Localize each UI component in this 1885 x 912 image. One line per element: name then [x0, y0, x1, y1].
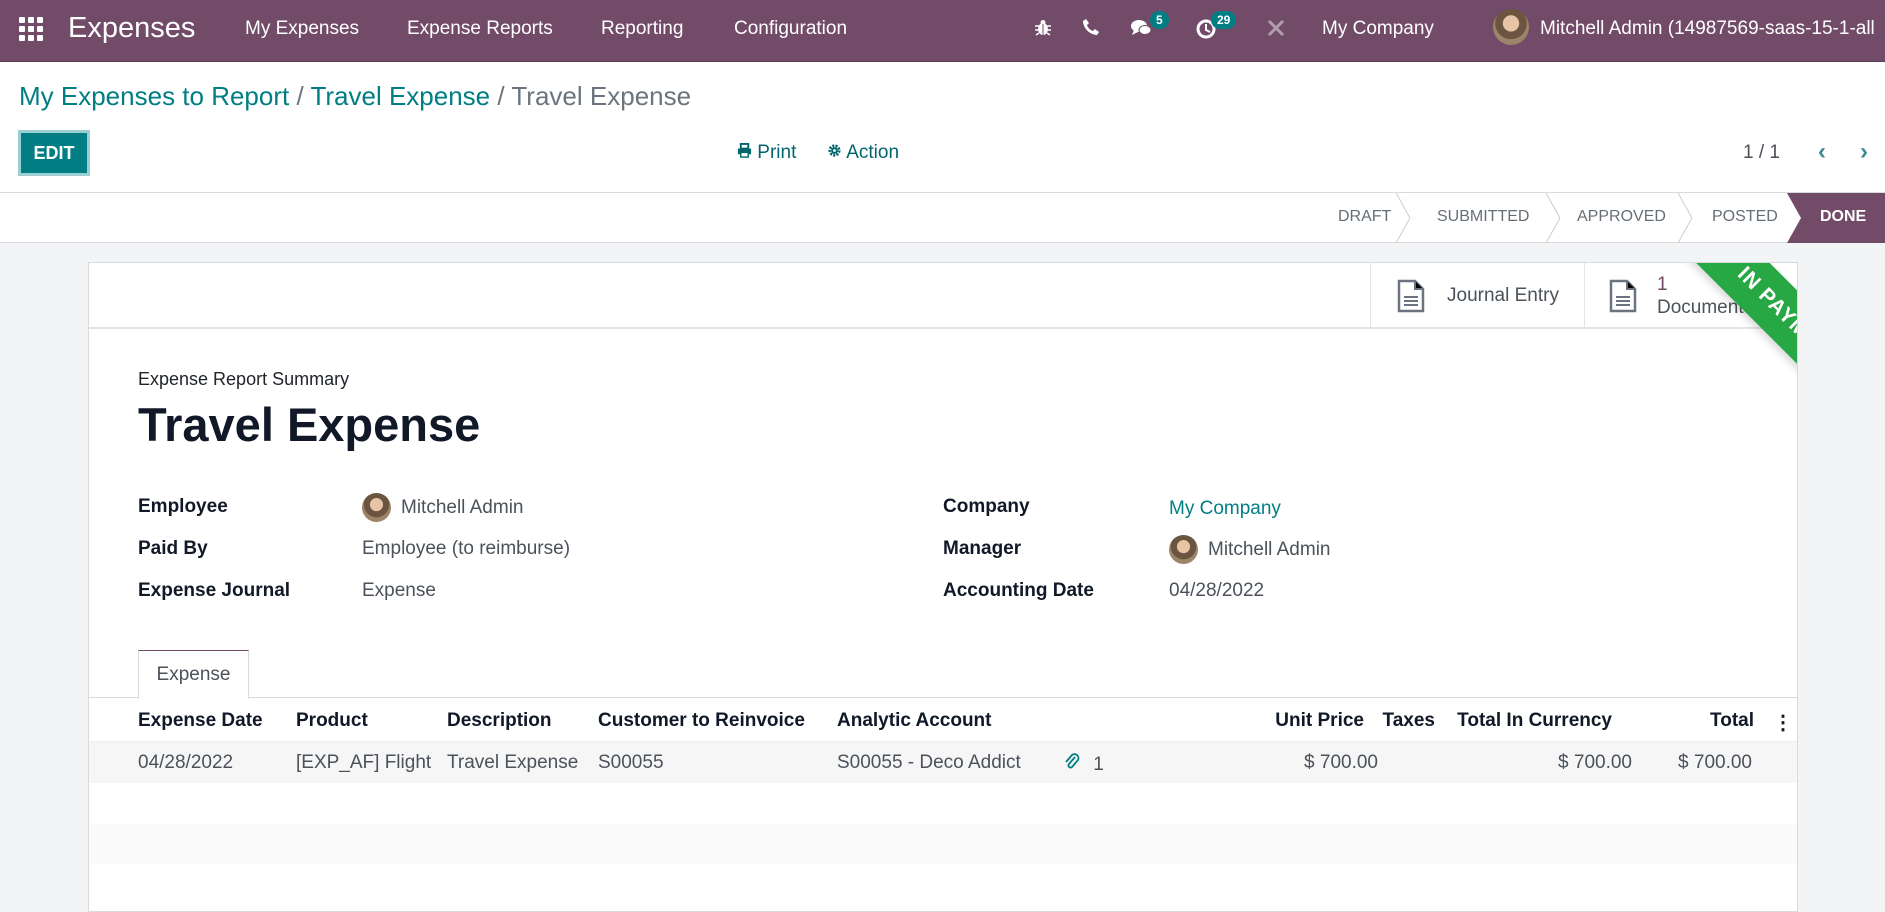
- cell-product: [EXP_AF] Flight: [296, 752, 432, 773]
- stage-draft[interactable]: DRAFT: [1338, 208, 1391, 226]
- pager-next-icon[interactable]: ›: [1860, 138, 1868, 166]
- app-name[interactable]: Expenses: [68, 12, 195, 45]
- stage-submitted[interactable]: SUBMITTED: [1437, 208, 1529, 226]
- col-unit-price[interactable]: Unit Price: [1275, 710, 1364, 732]
- cell-analytic: S00055 - Deco Addict: [837, 752, 1021, 773]
- user-menu[interactable]: Mitchell Admin (14987569-saas-15-1-all: [1493, 9, 1875, 45]
- print-button[interactable]: Print: [737, 142, 796, 164]
- employee-avatar: [362, 493, 391, 522]
- user-avatar: [1493, 9, 1529, 45]
- cell-date: 04/28/2022: [138, 752, 234, 773]
- breadcrumb-travel-expense-report[interactable]: Travel Expense: [310, 81, 490, 111]
- company-label: Company: [943, 496, 1030, 517]
- breadcrumb-separator: /: [296, 81, 304, 111]
- cell-description: Travel Expense: [447, 752, 579, 773]
- breadcrumb: My Expenses to Report / Travel Expense /…: [19, 81, 691, 112]
- col-product[interactable]: Product: [296, 710, 368, 732]
- attachment-count: 1: [1093, 754, 1104, 775]
- status-bar: DRAFT SUBMITTED APPROVED POSTED DONE: [0, 193, 1885, 243]
- form-sheet: Journal Entry 1 Documents IN PAYMENT Exp…: [88, 262, 1798, 912]
- manager-label: Manager: [943, 538, 1022, 559]
- company-field[interactable]: My Company: [1169, 498, 1281, 520]
- optional-columns-kebab-icon[interactable]: ⋮: [1773, 710, 1793, 735]
- col-total-currency[interactable]: Total In Currency: [1457, 710, 1612, 732]
- phone-icon[interactable]: [1082, 18, 1100, 42]
- accounting-date-value: 04/28/2022: [1169, 580, 1265, 601]
- employee-value: Mitchell Admin: [401, 496, 524, 518]
- col-analytic[interactable]: Analytic Account: [837, 710, 992, 732]
- action-label: Action: [846, 142, 900, 163]
- notebook-tabs: Expense: [89, 648, 1797, 699]
- paid-by-value: Employee (to reimburse): [362, 538, 571, 559]
- breadcrumb-separator: /: [497, 81, 505, 111]
- apps-menu-icon[interactable]: [19, 17, 43, 41]
- paperclip-icon: [1065, 753, 1080, 769]
- form-subtitle: Expense Report Summary: [138, 369, 350, 389]
- journal-entry-button[interactable]: Journal Entry: [1370, 263, 1584, 329]
- cell-unit-price: $ 700.00: [1304, 752, 1378, 773]
- manager-value: Mitchell Admin: [1208, 538, 1331, 560]
- accounting-date-label: Accounting Date: [943, 580, 1094, 601]
- button-box: Journal Entry 1 Documents: [89, 263, 1797, 329]
- table-row[interactable]: 04/28/2022 [EXP_AF] Flight Travel Expens…: [89, 742, 1797, 783]
- manager-field[interactable]: Mitchell Admin: [1169, 535, 1331, 564]
- document-icon: [1397, 279, 1425, 313]
- menu-reporting[interactable]: Reporting: [601, 18, 683, 40]
- pager-value[interactable]: 1 / 1: [1743, 142, 1780, 164]
- cell-total: $ 700.00: [1678, 752, 1752, 773]
- stage-separator: [1546, 193, 1560, 243]
- print-icon: [737, 143, 752, 158]
- bug-icon[interactable]: [1033, 18, 1053, 44]
- employee-field[interactable]: Mitchell Admin: [362, 493, 524, 522]
- stage-separator: [1396, 193, 1410, 243]
- expense-journal-label: Expense Journal: [138, 580, 291, 601]
- edit-button[interactable]: EDIT: [18, 130, 90, 176]
- breadcrumb-current: Travel Expense: [511, 81, 692, 111]
- company-link[interactable]: My Company: [1169, 498, 1281, 520]
- company-switcher[interactable]: My Company: [1322, 18, 1434, 40]
- user-name: Mitchell Admin (14987569-saas-15-1-all: [1540, 18, 1875, 39]
- col-total[interactable]: Total: [1710, 710, 1754, 732]
- action-button[interactable]: Action: [827, 142, 899, 164]
- empty-row: [89, 824, 1797, 864]
- control-panel: My Expenses to Report / Travel Expense /…: [0, 62, 1885, 193]
- breadcrumb-my-expenses[interactable]: My Expenses to Report: [19, 81, 289, 111]
- document-icon: [1609, 279, 1637, 313]
- tab-expense[interactable]: Expense: [138, 650, 249, 699]
- stage-approved[interactable]: APPROVED: [1577, 208, 1666, 226]
- paid-by-label: Paid By: [138, 538, 208, 559]
- expense-journal-value: Expense: [362, 580, 436, 601]
- cell-customer: S00055: [598, 752, 664, 773]
- activities-badge: 29: [1211, 11, 1237, 29]
- col-description[interactable]: Description: [447, 710, 552, 732]
- top-navbar: Expenses My Expenses Expense Reports Rep…: [0, 0, 1885, 62]
- col-taxes[interactable]: Taxes: [1383, 710, 1435, 732]
- gear-icon: [828, 144, 841, 157]
- menu-my-expenses[interactable]: My Expenses: [245, 18, 359, 40]
- messages-badge: 5: [1150, 11, 1169, 29]
- form-title: Travel Expense: [138, 398, 481, 451]
- employee-label: Employee: [138, 496, 228, 517]
- stage-done: DONE: [1787, 193, 1885, 243]
- col-customer[interactable]: Customer to Reinvoice: [598, 710, 805, 732]
- tools-icon[interactable]: [1266, 18, 1286, 44]
- manager-avatar: [1169, 535, 1198, 564]
- table-header: Expense Date Product Description Custome…: [89, 698, 1797, 742]
- cell-attachments[interactable]: 1: [1064, 752, 1104, 776]
- menu-configuration[interactable]: Configuration: [734, 18, 847, 40]
- print-label: Print: [757, 142, 797, 163]
- menu-expense-reports[interactable]: Expense Reports: [407, 18, 553, 40]
- cell-total-currency: $ 700.00: [1558, 752, 1632, 773]
- stage-posted[interactable]: POSTED: [1712, 208, 1778, 226]
- journal-entry-label: Journal Entry: [1447, 285, 1559, 306]
- col-expense-date[interactable]: Expense Date: [138, 710, 263, 732]
- pager-previous-icon[interactable]: ‹: [1818, 138, 1826, 166]
- stage-separator: [1678, 193, 1692, 243]
